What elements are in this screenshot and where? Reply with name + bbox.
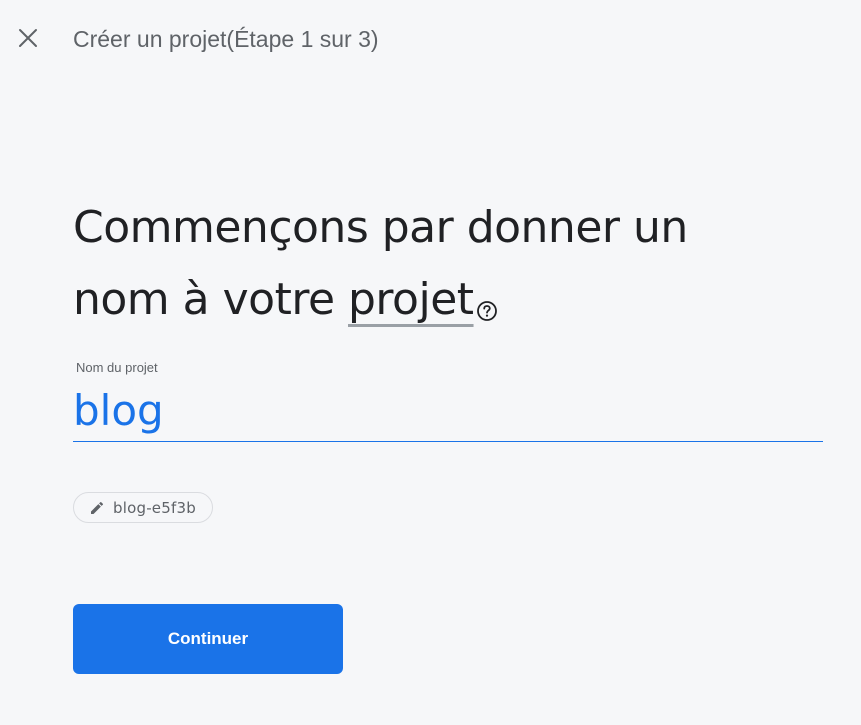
- help-circle-icon[interactable]: [476, 272, 498, 344]
- pencil-icon: [91, 501, 104, 514]
- heading-line-2: nom à votre projet: [73, 264, 813, 344]
- close-icon: [19, 29, 37, 47]
- project-name-input[interactable]: [73, 380, 823, 442]
- heading-line-2-prefix: nom à votre: [73, 274, 348, 325]
- page-title: Créer un projet(Étape 1 sur 3): [73, 26, 379, 52]
- close-button[interactable]: [14, 24, 42, 52]
- project-id-value: blog-e5f3b: [113, 498, 196, 517]
- heading-line-1: Commençons par donner un: [73, 202, 688, 253]
- main-heading: Commençons par donner un nom à votre pro…: [73, 192, 813, 344]
- continue-button[interactable]: Continuer: [73, 604, 343, 674]
- project-id-chip[interactable]: blog-e5f3b: [73, 492, 213, 523]
- project-term-link[interactable]: projet: [348, 274, 474, 325]
- project-name-label: Nom du projet: [76, 360, 158, 375]
